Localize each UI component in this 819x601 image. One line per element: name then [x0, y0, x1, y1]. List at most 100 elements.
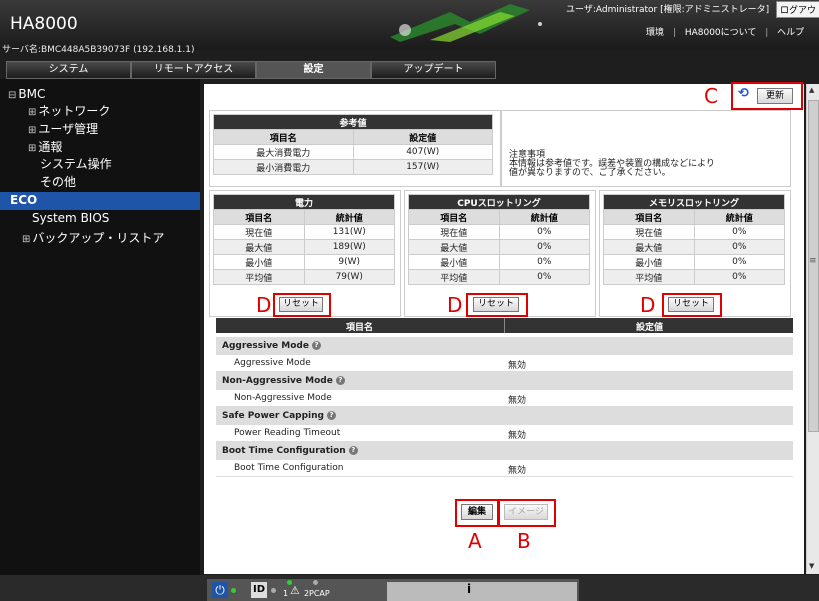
separator: | [672, 28, 676, 38]
info-icon[interactable]: i [467, 582, 471, 596]
table-row: 平均値 0% [603, 269, 785, 285]
separator: | [765, 28, 769, 38]
id-led-icon [271, 588, 276, 593]
tab-settings[interactable]: 設定 [256, 61, 371, 79]
logout-button[interactable]: ログアウト [776, 1, 819, 18]
cell: 0% [498, 224, 590, 240]
table-row: 最大値 189(W) [213, 239, 395, 255]
settings-table: 項目名 設定値 Aggressive Mode? Aggressive Mode… [216, 318, 793, 477]
scroll-down-icon[interactable]: ▼ [809, 562, 814, 570]
table-row: 最大値 0% [603, 239, 785, 255]
pcap-label: PCAP [309, 589, 330, 598]
column-header: 項目名 [603, 209, 695, 225]
power-led-icon [231, 588, 236, 593]
tab-update[interactable]: アップデート [371, 61, 496, 79]
tab-system[interactable]: システム [6, 61, 131, 79]
expand-icon: ⊞ [28, 125, 37, 136]
cell: 0% [693, 269, 785, 285]
server-name: サーバ名:BMC448A5B39073F (192.168.1.1) [2, 45, 195, 55]
table-row: Non-Aggressive Mode 無効 [216, 390, 793, 407]
sidebar-item-bmc[interactable]: ⊟ BMC [8, 87, 45, 101]
table-row: Aggressive Mode 無効 [216, 355, 793, 372]
environment-link[interactable]: 環境 [646, 28, 664, 38]
cell: 現在値 [603, 224, 695, 240]
cell: 9(W) [303, 254, 395, 270]
sidebar-item-backup-restore[interactable]: ⊞ バックアップ・リストア [22, 229, 164, 246]
memory-reset-button[interactable]: リセット [668, 297, 714, 312]
settings-header: 項目名 設定値 [216, 318, 793, 333]
column-header: 項目名 [213, 209, 305, 225]
reference-title: 参考値 [213, 114, 493, 130]
power-stats-table: 電力 項目名 統計値 現在値 131(W) 最大値 189(W) 最小値 9(W) 平均… [213, 194, 395, 285]
status-label: 1 [283, 589, 289, 598]
cell: 407(W) [352, 144, 493, 160]
sidebar-item-eco[interactable]: ECO [0, 192, 200, 210]
column-header: 統計値 [498, 209, 590, 225]
annotation-d: D [640, 293, 656, 317]
refresh-button[interactable]: 更新 [757, 88, 793, 104]
column-header: 統計値 [303, 209, 395, 225]
section-title: Aggressive Mode? [216, 337, 793, 355]
image-button[interactable]: イメージ [504, 504, 548, 520]
cell: 平均値 [603, 269, 695, 285]
cpu-stats-title: CPUスロットリング [408, 194, 590, 210]
sidebar-item-system-bios[interactable]: System BIOS [32, 211, 109, 225]
cell: 79(W) [303, 269, 395, 285]
table-row: Boot Time Configuration 無効 [216, 460, 793, 477]
help-icon[interactable]: ? [311, 341, 321, 350]
cell: 189(W) [303, 239, 395, 255]
cell: 0% [693, 224, 785, 240]
column-header: 統計値 [693, 209, 785, 225]
power-reset-button[interactable]: リセット [279, 297, 323, 312]
status-led-icon [313, 580, 318, 585]
id-button[interactable]: ID [251, 582, 268, 598]
setting-value: 無効 [508, 466, 527, 476]
section-title: Safe Power Capping? [216, 407, 793, 425]
sidebar-item-other[interactable]: その他 [40, 173, 76, 190]
cell: 0% [498, 254, 590, 270]
table-row: 最小値 0% [408, 254, 590, 270]
annotation-d: D [447, 293, 463, 317]
sidebar-item-network[interactable]: ⊞ ネットワーク [28, 102, 110, 119]
table-row: 最小値 9(W) [213, 254, 395, 270]
setting-value: 無効 [508, 396, 527, 406]
scroll-up-icon[interactable]: ▲ [809, 86, 814, 94]
tab-remote-access[interactable]: リモートアクセス [131, 61, 256, 79]
sidebar-item-user-management[interactable]: ⊞ ユーザ管理 [28, 120, 98, 137]
cell: 0% [498, 269, 590, 285]
annotation-c: C [704, 84, 718, 108]
help-link[interactable]: ヘルプ [777, 28, 804, 38]
table-row: Power Reading Timeout 無効 [216, 425, 793, 442]
table-row: 平均値 79(W) [213, 269, 395, 285]
cell: 現在値 [213, 224, 305, 240]
column-header: 設定値 [352, 129, 493, 145]
sidebar-item-notification[interactable]: ⊞ 通報 [28, 138, 62, 155]
cell: 平均値 [213, 269, 305, 285]
refresh-icon[interactable]: ⟲ [738, 86, 749, 101]
power-icon[interactable]: ⏻ [212, 582, 228, 598]
scrollbar-thumb[interactable] [808, 100, 819, 432]
cell: 最小値 [408, 254, 500, 270]
reference-table: 参考値 項目名 設定値 最大消費電力 407(W) 最小消費電力 157(W) [213, 114, 493, 175]
setting-name: Non-Aggressive Mode [234, 393, 332, 403]
section-title: Non-Aggressive Mode? [216, 372, 793, 390]
expand-icon: ⊞ [28, 143, 37, 154]
help-icon[interactable]: ? [335, 376, 345, 385]
about-link[interactable]: HA8000について [685, 28, 757, 38]
annotation-b: B [517, 529, 531, 553]
cell: 最大値 [408, 239, 500, 255]
help-icon[interactable]: ? [348, 446, 358, 455]
help-icon[interactable]: ? [326, 411, 336, 420]
setting-name: Aggressive Mode [234, 358, 311, 368]
cpu-reset-button[interactable]: リセット [473, 297, 519, 312]
cell: 最大消費電力 [213, 144, 354, 160]
sidebar-item-system-operation[interactable]: システム操作 [40, 155, 112, 172]
cell: 131(W) [303, 224, 395, 240]
column-header: 項目名 [213, 129, 354, 145]
table-row: 最小消費電力 157(W) [213, 159, 493, 175]
warning-icon: ⚠ [290, 584, 300, 597]
divider [504, 318, 505, 333]
cell: 0% [498, 239, 590, 255]
cell: 最小値 [603, 254, 695, 270]
edit-button[interactable]: 編集 [461, 504, 493, 520]
